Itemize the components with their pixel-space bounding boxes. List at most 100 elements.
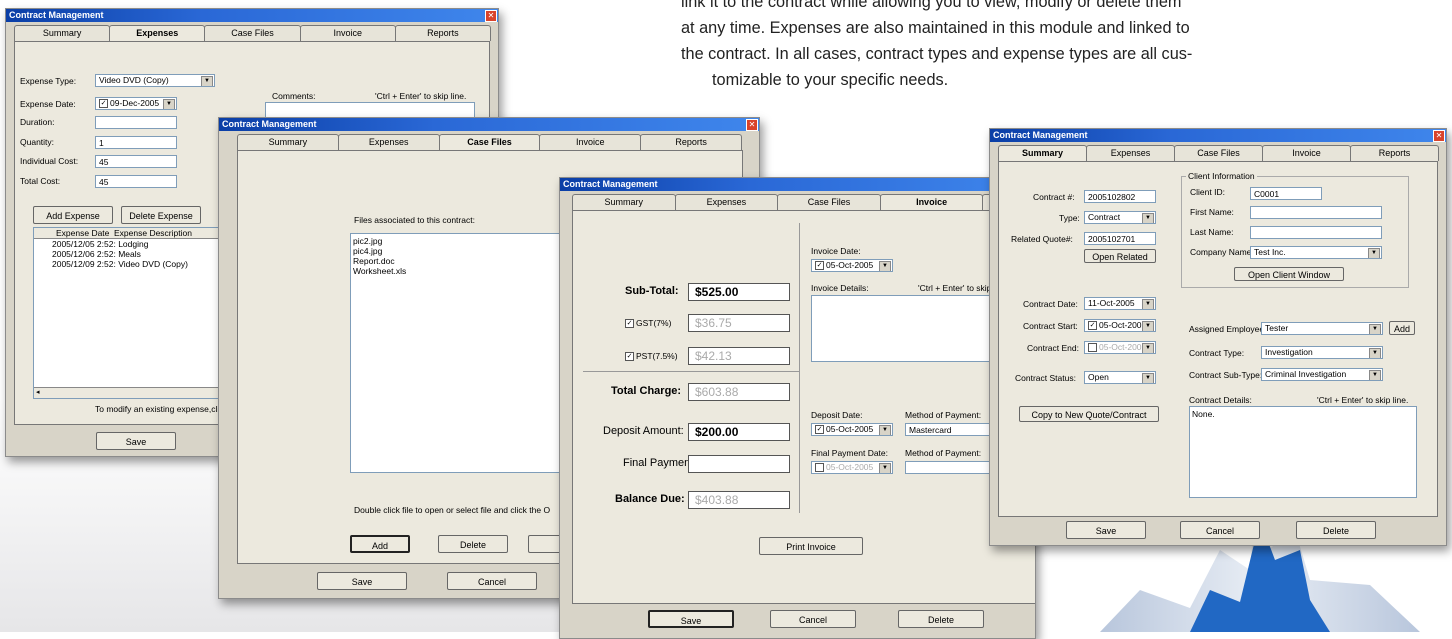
window-title: Contract Management	[560, 178, 1035, 191]
chevron-down-icon[interactable]: ▼	[201, 76, 213, 86]
total-cost-field[interactable]: 45	[95, 175, 177, 188]
chevron-down-icon[interactable]: ▼	[1142, 343, 1154, 353]
chevron-down-icon[interactable]: ▼	[879, 463, 891, 473]
method2-label: Method of Payment:	[905, 448, 982, 458]
chevron-down-icon[interactable]: ▼	[879, 425, 891, 435]
quantity-field[interactable]: 1	[95, 136, 177, 149]
open-client-button[interactable]: Open Client Window	[1234, 267, 1344, 281]
tab-invoice[interactable]: Invoice	[1262, 145, 1351, 161]
chevron-down-icon[interactable]: ▼	[879, 261, 891, 271]
chevron-down-icon[interactable]: ▼	[1369, 348, 1381, 358]
subtotal-value[interactable]: $525.00	[688, 283, 790, 301]
delete-button[interactable]: Delete	[1296, 521, 1376, 539]
contract-subtype-select[interactable]: Criminal Investigation ▼	[1261, 368, 1383, 381]
individual-cost-field[interactable]: 45	[95, 155, 177, 168]
copy-to-new-button[interactable]: Copy to New Quote/Contract	[1019, 406, 1159, 422]
expense-type-select[interactable]: Video DVD (Copy) ▼	[95, 74, 215, 87]
cancel-button[interactable]: Cancel	[447, 572, 537, 590]
delete-file-button[interactable]: Delete	[438, 535, 508, 553]
tab-expenses[interactable]: Expenses	[1086, 145, 1175, 161]
tab-expenses[interactable]: Expenses	[337, 134, 440, 150]
delete-button[interactable]: Delete	[898, 610, 984, 628]
contract-start-picker[interactable]: ✓ 05-Oct-2005 ▼	[1084, 319, 1156, 332]
tab-reports[interactable]: Reports	[1350, 145, 1439, 161]
print-invoice-button[interactable]: Print Invoice	[759, 537, 863, 555]
close-icon[interactable]: ✕	[746, 119, 758, 131]
close-icon[interactable]: ✕	[485, 10, 497, 22]
expense-list[interactable]: Expense Date Expense Description 2005/12…	[33, 227, 223, 399]
expense-date-picker[interactable]: ✓ 09-Dec-2005 ▼	[95, 97, 177, 110]
contract-date-label: Contract Date:	[1023, 299, 1078, 309]
chevron-down-icon[interactable]: ▼	[1142, 373, 1154, 383]
save-button[interactable]: Save	[1066, 521, 1146, 539]
table-row[interactable]: 2005/12/09 2:52: Video DVD (Copy)	[52, 259, 188, 269]
chevron-down-icon[interactable]: ▼	[1369, 324, 1381, 334]
contract-type-select[interactable]: Investigation ▼	[1261, 346, 1383, 359]
company-select[interactable]: Test Inc. ▼	[1250, 246, 1382, 259]
divider	[799, 223, 800, 513]
duration-field[interactable]	[95, 116, 177, 129]
contract-end-label: Contract End:	[1027, 343, 1079, 353]
contract-end-picker[interactable]: 05-Oct-2005 ▼	[1084, 341, 1156, 354]
tab-summary[interactable]: Summary	[237, 134, 339, 150]
final-date-picker[interactable]: 05-Oct-2005 ▼	[811, 461, 893, 474]
total-charge-label: Total Charge:	[611, 385, 682, 397]
col-expense-date[interactable]: Expense Date	[56, 228, 109, 238]
gst-checkbox[interactable]: ✓ GST(7%)	[625, 318, 671, 329]
deposit-label: Deposit Amount:	[603, 425, 684, 437]
horizontal-scrollbar[interactable]: ◂	[34, 387, 222, 398]
add-file-button[interactable]: Add	[350, 535, 410, 553]
add-expense-button[interactable]: Add Expense	[33, 206, 113, 224]
delete-expense-button[interactable]: Delete Expense	[121, 206, 201, 224]
chevron-down-icon[interactable]: ▼	[1142, 321, 1154, 331]
tab-summary[interactable]: Summary	[14, 25, 111, 41]
client-id-field[interactable]: C0001	[1250, 187, 1322, 200]
invoice-date-picker[interactable]: ✓ 05-Oct-2005 ▼	[811, 259, 893, 272]
contract-status-label: Contract Status:	[1015, 373, 1076, 383]
col-expense-desc[interactable]: Expense Description	[114, 228, 192, 238]
window-title: Contract Management	[219, 118, 759, 131]
company-label: Company Name:	[1190, 247, 1254, 257]
type-select[interactable]: Contract ▼	[1084, 211, 1156, 224]
chevron-down-icon[interactable]: ▼	[1142, 299, 1154, 309]
save-button[interactable]: Save	[96, 432, 176, 450]
contract-no-field[interactable]: 2005102802	[1084, 190, 1156, 203]
chevron-down-icon[interactable]: ▼	[1369, 370, 1381, 380]
tab-case-files[interactable]: Case Files	[204, 25, 301, 41]
add-employee-button[interactable]: Add	[1389, 321, 1415, 335]
save-button[interactable]: Save	[648, 610, 734, 628]
cancel-button[interactable]: Cancel	[1180, 521, 1260, 539]
tab-expenses[interactable]: Expenses	[674, 194, 779, 210]
tab-invoice[interactable]: Invoice	[299, 25, 396, 41]
tab-case-files[interactable]: Case Files	[777, 194, 881, 210]
contract-start-label: Contract Start:	[1023, 321, 1078, 331]
first-name-field[interactable]	[1250, 206, 1382, 219]
chevron-down-icon[interactable]: ▼	[163, 99, 175, 109]
employee-select[interactable]: Tester ▼	[1261, 322, 1383, 335]
chevron-down-icon[interactable]: ▼	[1142, 213, 1154, 223]
scroll-left-icon[interactable]: ◂	[36, 388, 40, 396]
contract-details-textarea[interactable]: None.	[1189, 406, 1417, 498]
tab-bar: Summary Expenses Case Files Invoice Repo…	[14, 25, 492, 43]
tab-case-files[interactable]: Case Files	[1174, 145, 1263, 161]
tab-reports[interactable]: Reports	[640, 134, 742, 150]
pst-checkbox[interactable]: ✓ PST(7.5%)	[625, 351, 678, 362]
contract-status-select[interactable]: Open ▼	[1084, 371, 1156, 384]
contract-date-picker[interactable]: 11-Oct-2005 ▼	[1084, 297, 1156, 310]
related-quote-field[interactable]: 2005102701	[1084, 232, 1156, 245]
final-payment-field[interactable]	[688, 455, 790, 473]
deposit-date-picker[interactable]: ✓ 05-Oct-2005 ▼	[811, 423, 893, 436]
tab-invoice[interactable]: Invoice	[539, 134, 642, 150]
close-icon[interactable]: ✕	[1433, 130, 1445, 142]
deposit-value[interactable]: $200.00	[688, 423, 790, 441]
table-row[interactable]: 2005/12/05 2:52: Lodging	[52, 239, 148, 249]
cancel-button[interactable]: Cancel	[770, 610, 856, 628]
checkbox[interactable]: ✓	[99, 99, 108, 109]
chevron-down-icon[interactable]: ▼	[1368, 248, 1380, 258]
save-button[interactable]: Save	[317, 572, 407, 590]
table-row[interactable]: 2005/12/06 2:52: Meals	[52, 249, 141, 259]
tab-reports[interactable]: Reports	[394, 25, 492, 41]
open-related-button[interactable]: Open Related	[1084, 249, 1156, 263]
tab-summary[interactable]: Summary	[572, 194, 676, 210]
last-name-field[interactable]	[1250, 226, 1382, 239]
